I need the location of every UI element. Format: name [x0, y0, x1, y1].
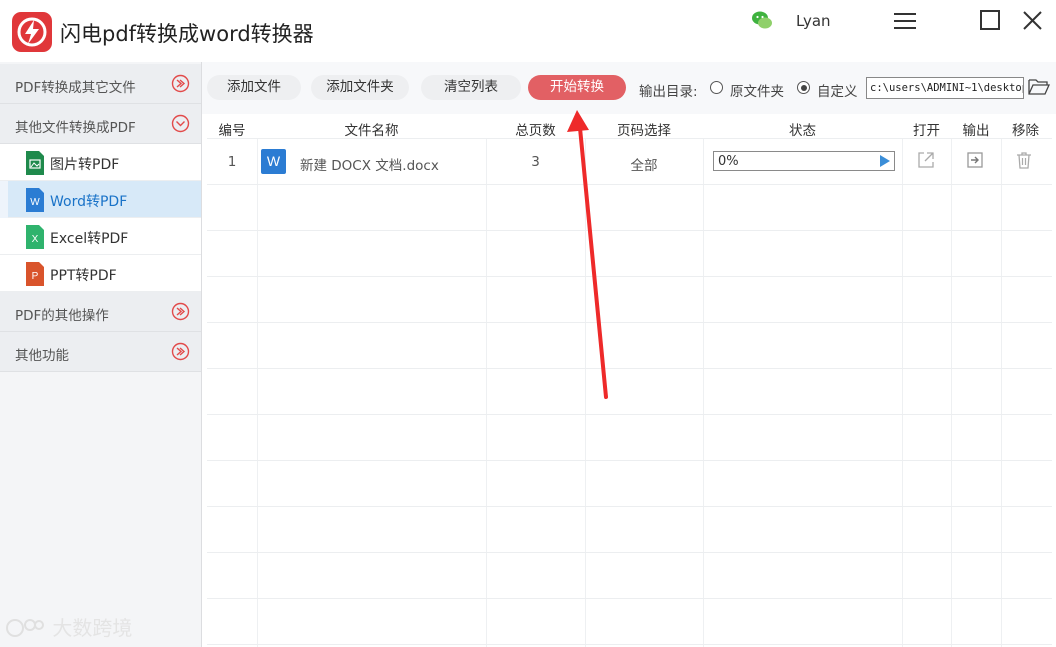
title-bar: 闪电pdf转换成word转换器 Lyan — [0, 0, 1056, 62]
sidebar-item-image-to-pdf[interactable]: 图片转PDF — [0, 144, 201, 181]
sidebar-group-label: 其他功能 — [15, 348, 69, 364]
radio-source-folder[interactable] — [710, 81, 723, 94]
svg-text:P: P — [32, 271, 39, 282]
progress-text: 0% — [718, 154, 739, 169]
sidebar-group-pdf-to-other[interactable]: PDF转换成其它文件 — [0, 64, 201, 104]
row-progress-bar: 0% — [713, 151, 895, 171]
sidebar-item-label: Word转PDF — [50, 194, 128, 210]
folder-open-icon[interactable] — [1028, 77, 1050, 97]
output-dir-label: 输出目录: — [639, 84, 698, 100]
word-file-icon: W — [26, 188, 44, 212]
header-filename: 文件名称 — [344, 123, 399, 139]
wechat-icon[interactable] — [751, 9, 773, 31]
sidebar-group-label: 其他文件转换成PDF — [15, 120, 136, 136]
row-divider — [207, 552, 1052, 553]
radio-custom-folder-label[interactable]: 自定义 — [817, 80, 858, 100]
sidebar-group-pdf-other-ops[interactable]: PDF的其他操作 — [0, 292, 201, 332]
image-file-icon — [26, 151, 44, 175]
sidebar-group-label: PDF转换成其它文件 — [15, 80, 136, 96]
menu-icon[interactable] — [892, 8, 918, 34]
close-icon[interactable] — [1020, 8, 1046, 34]
sidebar-item-label: 图片转PDF — [50, 157, 120, 173]
row-page-range[interactable]: 全部 — [585, 154, 703, 174]
output-export-icon[interactable] — [965, 150, 985, 170]
chevron-down-icon — [171, 114, 190, 133]
maximize-icon[interactable] — [978, 8, 1004, 34]
row-divider — [207, 414, 1052, 415]
header-remove: 移除 — [1012, 123, 1039, 139]
clear-list-button[interactable]: 清空列表 — [421, 75, 521, 100]
sidebar-group-other-to-pdf[interactable]: 其他文件转换成PDF — [0, 104, 201, 144]
row-divider — [207, 276, 1052, 277]
sidebar-group-other-functions[interactable]: 其他功能 — [0, 332, 201, 372]
start-convert-button[interactable]: 开始转换 — [528, 75, 626, 100]
chevron-right-icon — [171, 74, 190, 93]
row-index: 1 — [227, 154, 237, 170]
row-divider — [207, 460, 1052, 461]
column-divider — [585, 138, 586, 647]
header-index: 编号 — [218, 123, 246, 139]
radio-source-folder-label[interactable]: 原文件夹 — [730, 80, 784, 100]
table-header: 编号 文件名称 总页数 页码选择 状态 打开 输出 移除 — [207, 114, 1052, 139]
sidebar-item-label: Excel转PDF — [50, 231, 129, 247]
play-icon[interactable] — [880, 155, 890, 167]
radio-custom-folder[interactable] — [797, 81, 810, 94]
header-output: 输出 — [962, 123, 990, 139]
sidebar-item-label: PPT转PDF — [50, 268, 117, 284]
header-page-range: 页码选择 — [617, 123, 671, 139]
sidebar-item-ppt-to-pdf[interactable]: P PPT转PDF — [0, 255, 201, 292]
svg-text:W: W — [30, 197, 40, 208]
watermark-text: 大数跨境 — [52, 616, 133, 640]
add-folder-button[interactable]: 添加文件夹 — [311, 75, 409, 100]
app-title: 闪电pdf转换成word转换器 — [60, 22, 314, 46]
row-divider — [207, 184, 1052, 185]
watermark-logo-icon — [6, 619, 44, 637]
row-divider — [207, 322, 1052, 323]
excel-file-icon: X — [26, 225, 44, 249]
row-divider — [207, 138, 1052, 139]
row-divider — [207, 368, 1052, 369]
column-divider — [951, 138, 952, 647]
row-divider — [207, 644, 1052, 645]
word-file-icon: W — [261, 149, 286, 174]
sidebar-group-label: PDF的其他操作 — [15, 308, 109, 324]
main-panel: 添加文件 添加文件夹 清空列表 开始转换 输出目录: 原文件夹 自定义 c:\u… — [202, 62, 1056, 647]
column-divider — [257, 138, 258, 647]
chevron-right-icon — [171, 342, 190, 361]
header-pages: 总页数 — [515, 123, 556, 139]
chevron-right-icon — [171, 302, 190, 321]
row-filename: 新建 DOCX 文档.docx — [300, 158, 439, 174]
app-logo-icon — [12, 12, 52, 52]
toolbar: 添加文件 添加文件夹 清空列表 开始转换 输出目录: 原文件夹 自定义 c:\u… — [202, 62, 1056, 114]
sidebar-item-word-to-pdf[interactable]: W Word转PDF — [0, 181, 201, 218]
watermark: 大数跨境 — [6, 612, 132, 641]
column-divider — [902, 138, 903, 647]
column-divider — [1001, 138, 1002, 647]
trash-icon[interactable] — [1014, 150, 1034, 170]
column-divider — [486, 138, 487, 647]
row-divider — [207, 230, 1052, 231]
header-open: 打开 — [913, 123, 940, 139]
file-table: 编号 文件名称 总页数 页码选择 状态 打开 输出 移除 — [207, 114, 1052, 647]
sidebar: PDF转换成其它文件 其他文件转换成PDF 图片转PDF W Word转PDF … — [0, 62, 202, 647]
svg-text:X: X — [32, 234, 39, 245]
row-divider — [207, 506, 1052, 507]
column-divider — [703, 138, 704, 647]
row-divider — [207, 598, 1052, 599]
row-pages: 3 — [531, 154, 540, 170]
header-status: 状态 — [789, 123, 816, 139]
ppt-file-icon: P — [26, 262, 44, 286]
sidebar-item-excel-to-pdf[interactable]: X Excel转PDF — [0, 218, 201, 255]
user-name[interactable]: Lyan — [796, 12, 831, 30]
add-file-button[interactable]: 添加文件 — [207, 75, 301, 100]
open-external-icon[interactable] — [916, 150, 936, 170]
output-path-input[interactable]: c:\users\ADMINI~1\desktop — [866, 77, 1024, 99]
